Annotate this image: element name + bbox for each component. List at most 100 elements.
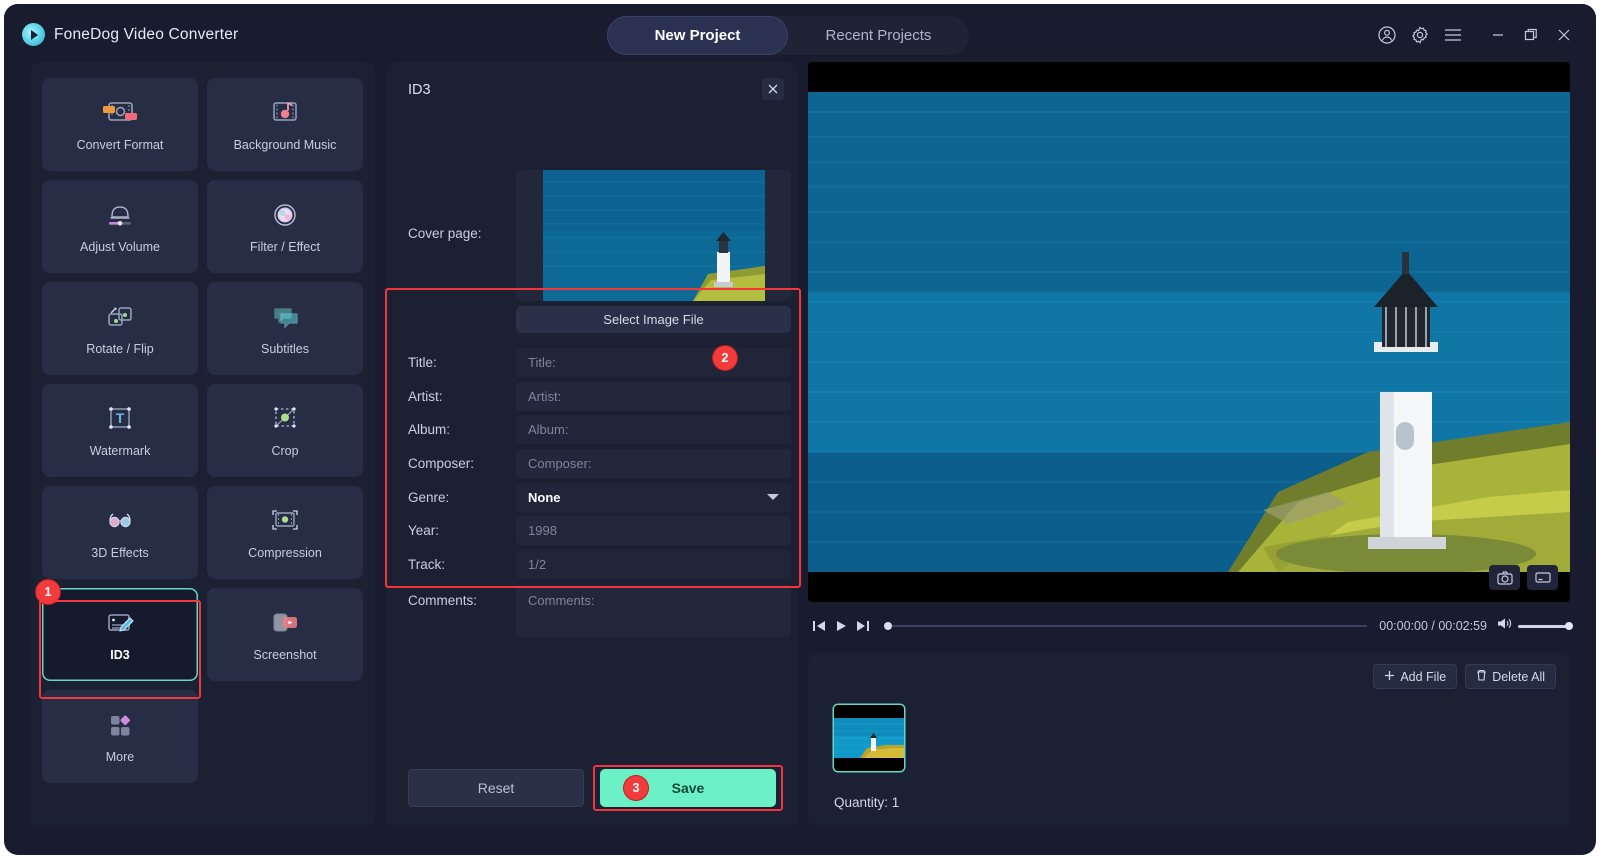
app-brand: FoneDog Video Converter (22, 23, 238, 46)
sidebar-item-label: Background Music (233, 138, 337, 152)
tab-recent-projects[interactable]: Recent Projects (788, 16, 969, 55)
reset-button[interactable]: Reset (408, 769, 584, 807)
field-row-album: Album: Album: (386, 413, 798, 447)
account-icon[interactable] (1370, 4, 1403, 66)
trash-icon (1476, 669, 1487, 684)
sidebar-item-compression[interactable]: Compression (207, 486, 363, 579)
field-label: Composer: (408, 456, 475, 472)
artist-input[interactable]: Artist: (516, 381, 791, 411)
select-image-file-button[interactable]: Select Image File (516, 306, 791, 333)
project-tabs[interactable]: New Project Recent Projects (607, 16, 969, 55)
file-list-actions: Add File Delete All (1373, 664, 1556, 689)
sidebar-item-id3[interactable]: 1 ID3 (36, 580, 198, 681)
file-thumbnail[interactable] (834, 705, 904, 771)
sidebar-item-subtitles[interactable]: Subtitles (207, 282, 363, 375)
title-input[interactable]: Title: (516, 348, 791, 378)
annotation-badge-3: 3 (624, 776, 648, 800)
tab-new-project[interactable]: New Project (607, 16, 788, 55)
sidebar-item-adjust-volume[interactable]: Adjust Volume (42, 180, 198, 273)
annotation-badge-1: 1 (36, 580, 60, 604)
skip-previous-icon[interactable] (808, 615, 830, 637)
year-input[interactable]: 1998 (516, 516, 791, 546)
sidebar-item-more[interactable]: More (42, 690, 198, 783)
comments-label: Comments: (408, 593, 478, 608)
watermark-icon: T (100, 403, 140, 437)
play-icon[interactable] (830, 615, 852, 637)
convert-format-icon (100, 97, 140, 131)
genre-value: None (528, 489, 561, 505)
id3-icon (100, 607, 140, 641)
cover-image (543, 170, 765, 301)
close-icon[interactable] (762, 78, 784, 100)
seek-track (884, 625, 1368, 627)
subtitles-icon (265, 301, 305, 335)
annotation-badge-2: 2 (713, 346, 737, 370)
sidebar-item-label: Compression (248, 546, 322, 560)
gear-icon[interactable] (1403, 4, 1436, 66)
field-row-composer: Composer: Composer: (386, 447, 798, 481)
sidebar-item-crop[interactable]: Crop (207, 384, 363, 477)
field-label: Album: (408, 422, 451, 438)
background-music-icon (265, 97, 305, 131)
add-file-label: Add File (1400, 669, 1447, 684)
field-label: Artist: (408, 388, 443, 404)
sidebar-item-3d-effects[interactable]: 3D Effects (42, 486, 198, 579)
add-file-button[interactable]: Add File (1373, 664, 1458, 689)
sidebar-item-label: More (105, 750, 135, 764)
seek-handle[interactable] (884, 622, 892, 630)
sidebar-item-label: Filter / Effect (250, 240, 320, 254)
minimize-icon[interactable] (1481, 4, 1514, 66)
save-button-label: Save (671, 780, 705, 796)
volume-icon[interactable] (1497, 617, 1512, 635)
field-row-genre: Genre: None (386, 480, 798, 514)
sidebar-item-label: Crop (271, 444, 299, 458)
player-controls: 00:00:00 / 00:02:59 (808, 608, 1573, 644)
field-label: Year: (408, 523, 440, 539)
quantity-label: Quantity: 1 (834, 795, 900, 810)
field-row-track: Track: 1/2 (386, 548, 798, 582)
id3-fields: Title: Title: Artist: Artist: Album: Alb… (386, 346, 798, 581)
sidebar-item-background-music[interactable]: Background Music (207, 78, 363, 171)
genre-select[interactable]: None (516, 482, 791, 512)
composer-input[interactable]: Composer: (516, 449, 791, 479)
screenshot-icon (265, 607, 305, 641)
delete-all-label: Delete All (1492, 669, 1545, 684)
window-controls (1370, 4, 1580, 66)
panel-buttons: Reset 3 Save (408, 769, 776, 807)
volume-slider[interactable] (1518, 622, 1573, 630)
panel-title: ID3 (408, 82, 431, 98)
album-input[interactable]: Album: (516, 415, 791, 445)
sidebar-item-rotate-flip[interactable]: Rotate / Flip (42, 282, 198, 375)
crop-icon (265, 403, 305, 437)
video-frame (808, 92, 1570, 574)
cover-preview (516, 170, 791, 301)
camera-icon[interactable] (1489, 565, 1520, 590)
skip-next-icon[interactable] (852, 615, 874, 637)
save-button[interactable]: 3 Save (600, 769, 776, 807)
delete-all-button[interactable]: Delete All (1465, 664, 1556, 689)
video-player[interactable] (808, 62, 1570, 602)
sidebar-item-label: Adjust Volume (80, 240, 160, 254)
sidebar-item-label: Convert Format (76, 138, 164, 152)
sidebar-item-screenshot[interactable]: Screenshot (207, 588, 363, 681)
fullscreen-icon[interactable] (1527, 565, 1558, 590)
comments-placeholder: Comments: (528, 593, 595, 608)
compression-icon (265, 505, 305, 539)
adjust-volume-icon (100, 199, 140, 233)
app-window: FoneDog Video Converter New Project Rece… (4, 4, 1596, 855)
more-icon (100, 709, 140, 743)
field-row-artist: Artist: Artist: (386, 380, 798, 414)
volume-handle[interactable] (1565, 622, 1573, 630)
cover-page-label: Cover page: (408, 226, 482, 241)
seek-bar[interactable] (884, 617, 1368, 635)
sidebar-item-convert-format[interactable]: Convert Format (42, 78, 198, 171)
close-icon[interactable] (1547, 4, 1580, 66)
volume-control[interactable] (1497, 617, 1573, 635)
track-input[interactable]: 1/2 (516, 549, 791, 579)
hamburger-menu-icon[interactable] (1436, 4, 1469, 66)
sidebar-item-filter-effect[interactable]: Filter / Effect (207, 180, 363, 273)
field-label: Track: (408, 556, 445, 572)
sidebar-item-watermark[interactable]: T Watermark (42, 384, 198, 477)
maximize-icon[interactable] (1514, 4, 1547, 66)
sidebar-item-label: Screenshot (253, 648, 317, 662)
